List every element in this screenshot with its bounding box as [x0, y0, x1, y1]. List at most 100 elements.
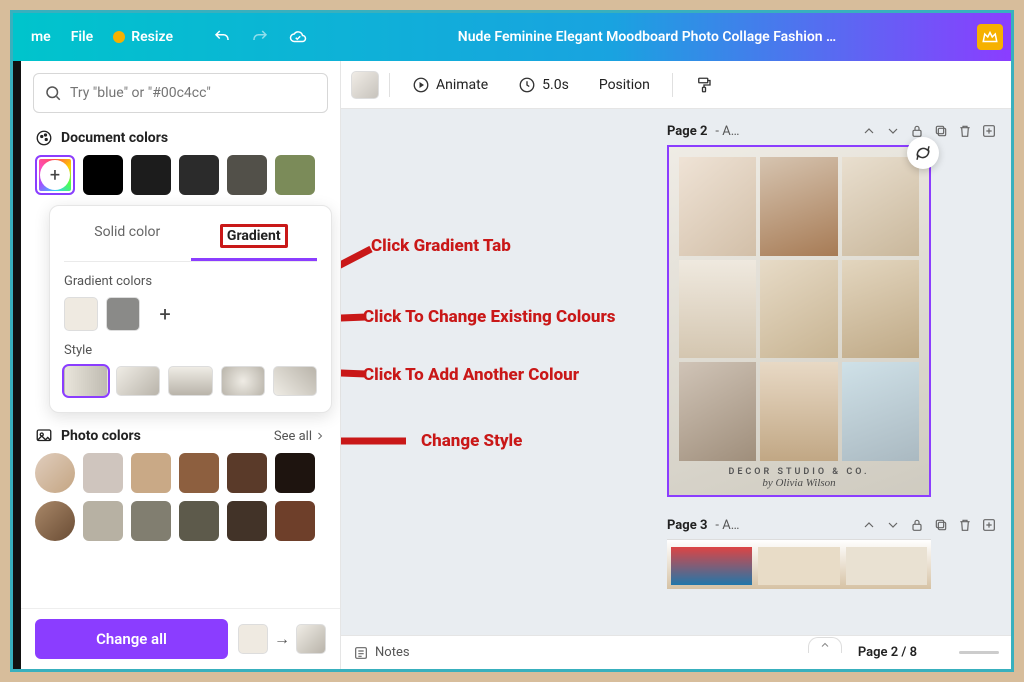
lock-button[interactable]	[909, 517, 925, 533]
photo-swatch[interactable]	[131, 501, 171, 541]
add-gradient-stop[interactable]: +	[148, 297, 182, 331]
page-3[interactable]	[667, 539, 931, 589]
photo-swatch[interactable]	[179, 453, 219, 493]
expand-pages-button[interactable]	[808, 637, 842, 653]
photo-swatches-row	[21, 501, 340, 549]
tab-solid-color[interactable]: Solid color	[64, 218, 191, 261]
position-button[interactable]: Position	[587, 71, 662, 99]
gradient-style[interactable]	[116, 366, 160, 396]
collage-cell[interactable]	[679, 157, 756, 256]
canvas-area[interactable]: Click Gradient Tab Click To Change Exist…	[341, 109, 1011, 635]
document-swatches: +	[21, 155, 340, 205]
doc-swatch[interactable]	[131, 155, 171, 195]
photo-swatch[interactable]	[275, 501, 315, 541]
collage-cell[interactable]	[679, 260, 756, 359]
arrow-right-icon: →	[274, 629, 290, 649]
duration-button[interactable]: 5.0s	[506, 70, 581, 100]
page-2[interactable]: DECOR STUDIO & CO. by Olivia Wilson	[667, 145, 931, 497]
photo-swatch[interactable]	[227, 453, 267, 493]
gradient-stop[interactable]	[106, 297, 140, 331]
add-page-button[interactable]	[981, 123, 997, 139]
photo-swatches-row	[21, 453, 340, 501]
collage-cell[interactable]	[842, 362, 919, 461]
upgrade-button[interactable]	[977, 24, 1003, 50]
palette-icon	[35, 129, 53, 147]
doc-swatch[interactable]	[227, 155, 267, 195]
move-up-button[interactable]	[861, 123, 877, 139]
collage-cell[interactable]	[760, 362, 837, 461]
collage-cell[interactable]	[842, 157, 919, 256]
resize-button[interactable]: Resize	[103, 23, 183, 51]
color-search-input[interactable]	[70, 85, 317, 101]
refresh-fab[interactable]	[907, 137, 939, 169]
editor-main: Animate 5.0s Position	[341, 61, 1011, 669]
page-number-label: Page 2	[667, 124, 707, 139]
photo-swatch[interactable]	[275, 453, 315, 493]
annotation: Click To Change Existing Colours	[363, 307, 616, 327]
gradient-style[interactable]	[168, 366, 212, 396]
format-painter-button[interactable]	[683, 70, 725, 100]
change-all-bar: Change all →	[21, 608, 340, 669]
animate-label: Animate	[436, 77, 488, 93]
delete-button[interactable]	[957, 517, 973, 533]
doc-swatch[interactable]	[179, 155, 219, 195]
cloud-sync-button[interactable]	[279, 22, 317, 52]
image-icon	[35, 427, 53, 445]
photo-swatch[interactable]	[179, 501, 219, 541]
gradient-style[interactable]	[221, 366, 265, 396]
annotation: Change Style	[421, 431, 522, 451]
collage-cell[interactable]	[679, 362, 756, 461]
photo-source-thumb[interactable]	[35, 453, 75, 493]
home-button[interactable]: me	[21, 23, 61, 51]
delete-button[interactable]	[957, 123, 973, 139]
photo-swatch[interactable]	[131, 453, 171, 493]
to-swatch	[296, 624, 326, 654]
move-down-button[interactable]	[885, 517, 901, 533]
duplicate-button[interactable]	[933, 123, 949, 139]
animate-button[interactable]: Animate	[400, 70, 500, 100]
photo-source-thumb[interactable]	[35, 501, 75, 541]
crown-icon	[981, 28, 999, 46]
zoom-slider[interactable]	[959, 651, 999, 654]
background-color-chip[interactable]	[351, 71, 379, 99]
add-color-button[interactable]: +	[35, 155, 75, 195]
clock-icon	[518, 76, 536, 94]
photo-swatch[interactable]	[227, 501, 267, 541]
collage-cell[interactable]	[842, 260, 919, 359]
doc-swatch[interactable]	[275, 155, 315, 195]
resize-label: Resize	[131, 29, 173, 45]
color-mode-tabs: Solid color Gradient	[64, 218, 317, 262]
document-title[interactable]: Nude Feminine Elegant Moodboard Photo Co…	[317, 29, 977, 45]
change-all-button[interactable]: Change all	[35, 619, 228, 659]
collage-cell[interactable]	[760, 260, 837, 359]
color-search[interactable]	[33, 73, 328, 113]
collage-cell[interactable]	[760, 157, 837, 256]
gradient-popover: Solid color Gradient Gradient colors + S…	[49, 205, 332, 413]
doc-swatch[interactable]	[83, 155, 123, 195]
duplicate-button[interactable]	[933, 517, 949, 533]
tab-gradient[interactable]: Gradient	[191, 218, 318, 261]
add-page-button[interactable]	[981, 517, 997, 533]
context-toolbar: Animate 5.0s Position	[341, 61, 1011, 109]
document-colors-header: Document colors	[21, 125, 340, 155]
annotation: Click To Add Another Colour	[363, 365, 579, 385]
notes-button[interactable]: Notes	[375, 645, 410, 660]
page-counter: Page 2 / 8	[858, 645, 917, 660]
see-all-button[interactable]: See all	[274, 429, 326, 444]
redo-button[interactable]	[241, 22, 279, 52]
annotation: Click Gradient Tab	[371, 236, 511, 256]
left-rail	[13, 61, 21, 669]
gradient-style[interactable]	[64, 366, 108, 396]
move-down-button[interactable]	[885, 123, 901, 139]
move-up-button[interactable]	[861, 517, 877, 533]
gradient-style-row	[64, 366, 317, 396]
gradient-stop[interactable]	[64, 297, 98, 331]
animate-icon	[412, 76, 430, 94]
undo-button[interactable]	[203, 22, 241, 52]
photo-swatch[interactable]	[83, 501, 123, 541]
photo-swatch[interactable]	[83, 453, 123, 493]
file-menu[interactable]: File	[61, 23, 104, 51]
gradient-colors-row: +	[64, 297, 317, 331]
topbar: me File Resize Nude Feminine Elegant Moo…	[13, 13, 1011, 61]
gradient-style[interactable]	[273, 366, 317, 396]
